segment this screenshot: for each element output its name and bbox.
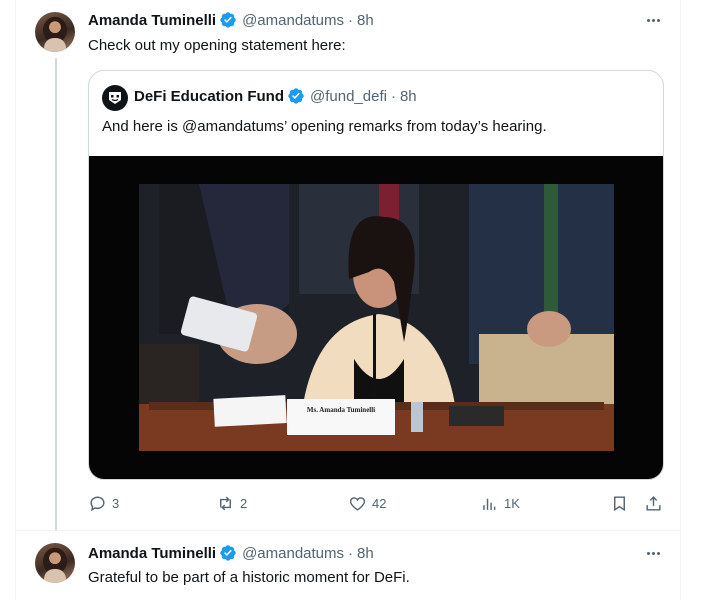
separator-dot: · [390, 87, 396, 105]
share-icon [646, 496, 661, 511]
timestamp[interactable]: 8h [357, 12, 374, 29]
repost-icon [220, 496, 231, 511]
repost-button[interactable]: 2 [216, 494, 247, 513]
thread-connector-line [55, 58, 57, 530]
bookmark-button[interactable] [610, 494, 629, 513]
tweet-header: Amanda Tuminelli @amandatums · 8h [88, 544, 374, 562]
like-count: 42 [372, 496, 387, 511]
video-player[interactable]: Ms. Amanda Tuminelli [89, 156, 663, 479]
verified-icon [220, 545, 236, 561]
reply-count: 3 [112, 496, 120, 511]
like-button[interactable]: 42 [348, 494, 386, 513]
views-icon [483, 498, 496, 510]
video-frame: Ms. Amanda Tuminelli [139, 184, 614, 451]
display-name[interactable]: Amanda Tuminelli [88, 12, 216, 29]
verified-icon [288, 88, 304, 104]
share-button[interactable] [644, 494, 663, 513]
quote-timestamp: 8h [399, 87, 417, 105]
column-border-right [680, 0, 681, 600]
quote-avatar [102, 85, 128, 111]
reply-button[interactable]: 3 [88, 494, 119, 513]
more-icon[interactable] [643, 543, 663, 563]
avatar[interactable] [35, 12, 75, 52]
repost-count: 2 [240, 496, 248, 511]
display-name[interactable]: Amanda Tuminelli [88, 545, 216, 562]
like-icon [349, 497, 366, 511]
tweet-header: Amanda Tuminelli @amandatums · 8h [88, 11, 374, 29]
quoted-tweet-card[interactable]: DeFi Education Fund @fund_defi · 8h And … [88, 70, 664, 480]
tweet-text: Grateful to be part of a historic moment… [88, 569, 410, 586]
views-button[interactable]: 1K [480, 494, 520, 513]
nameplate: Ms. Amanda Tuminelli [306, 406, 376, 414]
handle[interactable]: @amandatums [242, 12, 344, 29]
defi-logo-icon [109, 92, 121, 104]
quote-text: And here is @amandatums’ opening remarks… [102, 118, 547, 135]
tweet-divider [16, 530, 680, 531]
more-icon[interactable] [643, 10, 663, 30]
timestamp[interactable]: 8h [357, 545, 374, 562]
quote-handle: @fund_defi [310, 87, 387, 105]
column-border-left [15, 0, 16, 600]
separator-dot: · [348, 544, 354, 562]
avatar[interactable] [35, 543, 75, 583]
separator-dot: · [348, 11, 354, 29]
reply-icon [90, 496, 105, 512]
bookmark-icon [614, 496, 625, 512]
handle[interactable]: @amandatums [242, 545, 344, 562]
quote-header: DeFi Education Fund @fund_defi · 8h [134, 87, 417, 105]
tweet-text: Check out my opening statement here: [88, 37, 346, 54]
tweet-actions: 3 2 42 1K [88, 494, 664, 518]
view-count: 1K [504, 496, 520, 511]
verified-icon [220, 12, 236, 28]
quote-display-name: DeFi Education Fund [134, 87, 284, 105]
